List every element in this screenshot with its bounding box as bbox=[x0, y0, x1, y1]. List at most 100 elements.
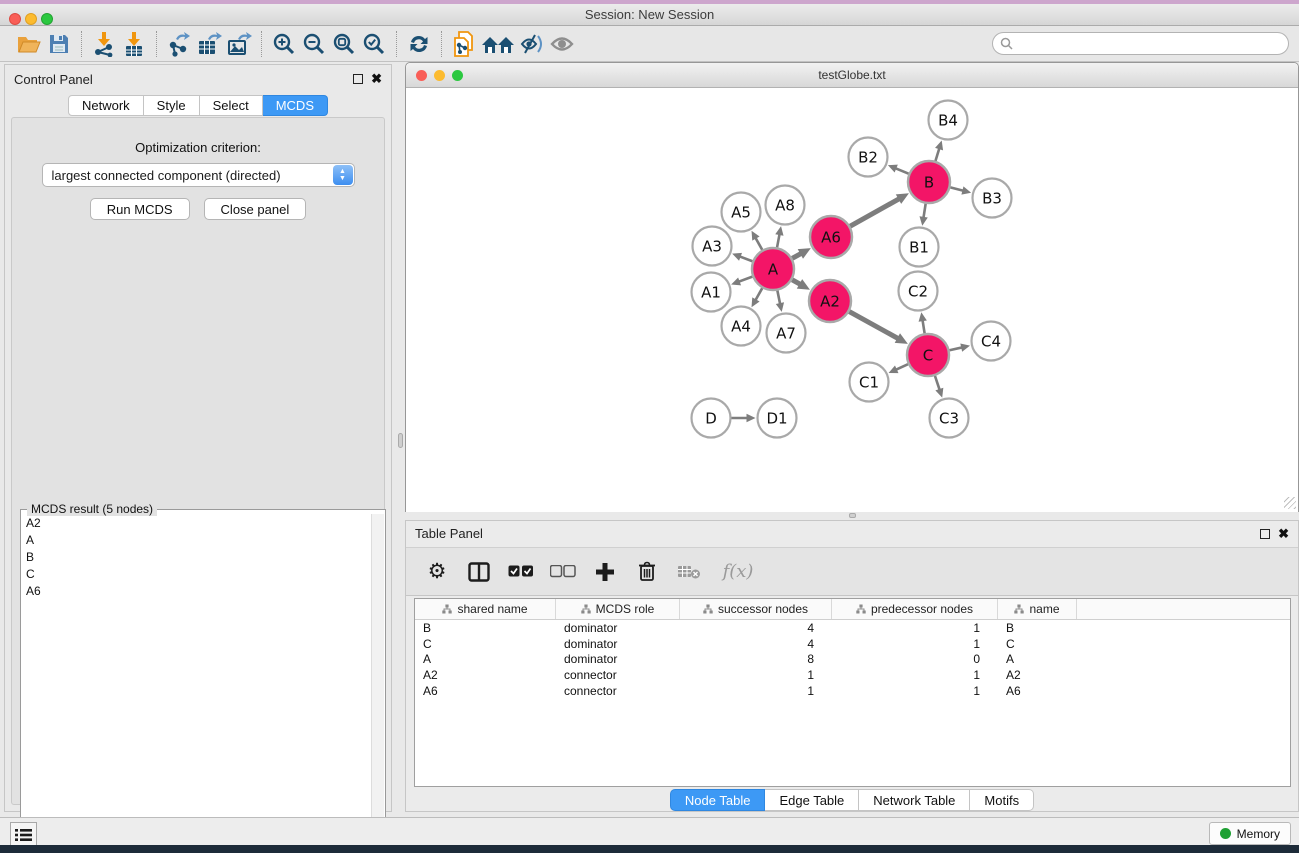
show-columns-icon[interactable] bbox=[466, 559, 492, 585]
float-table-panel-icon[interactable] bbox=[1260, 529, 1270, 539]
table-cell[interactable]: 1 bbox=[832, 621, 998, 635]
close-panel-button[interactable]: Close panel bbox=[204, 198, 307, 220]
task-history-button[interactable] bbox=[10, 822, 37, 847]
edge-A-A5[interactable] bbox=[755, 237, 762, 250]
table-cell[interactable]: A bbox=[415, 652, 556, 666]
table-row[interactable]: A2connector11A2 bbox=[415, 667, 1290, 683]
table-cell[interactable]: 4 bbox=[680, 637, 832, 651]
table-cell[interactable]: dominator bbox=[556, 621, 680, 635]
mcds-result-item[interactable]: A6 bbox=[22, 582, 371, 599]
table-cell[interactable]: A2 bbox=[415, 668, 556, 682]
table-cell[interactable]: 1 bbox=[680, 684, 832, 698]
table-row[interactable]: Cdominator41C bbox=[415, 636, 1290, 652]
table-cell[interactable]: B bbox=[415, 621, 556, 635]
table-cell[interactable]: 1 bbox=[832, 637, 998, 651]
import-network-icon[interactable] bbox=[89, 30, 119, 58]
export-image-icon[interactable] bbox=[224, 30, 254, 58]
memory-button[interactable]: Memory bbox=[1209, 822, 1291, 845]
table-cell[interactable]: 1 bbox=[832, 684, 998, 698]
edge-A-A1[interactable] bbox=[738, 277, 753, 282]
delete-table-icon[interactable] bbox=[676, 559, 702, 585]
float-panel-icon[interactable] bbox=[353, 74, 363, 84]
zoom-selected-icon[interactable] bbox=[359, 30, 389, 58]
network-graph[interactable]: AA1A3A4A5A7A8A6A2BB1B2B3B4CC1C2C3C4DD1 bbox=[406, 88, 1298, 512]
tab-motifs[interactable]: Motifs bbox=[970, 789, 1034, 811]
table-cell[interactable]: 1 bbox=[680, 668, 832, 682]
import-table-icon[interactable] bbox=[119, 30, 149, 58]
table-cell[interactable]: C bbox=[415, 637, 556, 651]
edge-C-C4[interactable] bbox=[949, 347, 963, 350]
delete-column-trash-icon[interactable] bbox=[634, 559, 660, 585]
table-cell[interactable]: connector bbox=[556, 668, 680, 682]
table-row[interactable]: A6connector11A6 bbox=[415, 683, 1290, 699]
table-cell[interactable]: B bbox=[998, 621, 1077, 635]
node-table-body[interactable]: Bdominator41BCdominator41CAdominator80AA… bbox=[415, 620, 1290, 698]
export-network-icon[interactable] bbox=[164, 30, 194, 58]
table-cell[interactable]: connector bbox=[556, 684, 680, 698]
zoom-fit-icon[interactable] bbox=[329, 30, 359, 58]
mcds-result-item[interactable]: A2 bbox=[22, 514, 371, 531]
table-cell[interactable]: A6 bbox=[415, 684, 556, 698]
criterion-select[interactable]: largest connected component (directed) ▲… bbox=[42, 163, 355, 187]
edge-A6-B[interactable] bbox=[850, 198, 900, 226]
mcds-result-list[interactable]: A2ABCA6 bbox=[22, 514, 371, 852]
minimize-traffic-light[interactable] bbox=[25, 13, 37, 25]
window-resize-grip[interactable] bbox=[1284, 497, 1296, 509]
table-cell[interactable]: dominator bbox=[556, 652, 680, 666]
search-field[interactable] bbox=[992, 32, 1289, 55]
refresh-icon[interactable] bbox=[404, 30, 434, 58]
zoom-out-icon[interactable] bbox=[299, 30, 329, 58]
edge-A-A4[interactable] bbox=[755, 288, 762, 301]
table-options-gear-icon[interactable]: ⚙ bbox=[424, 559, 450, 585]
network-window-titlebar[interactable]: testGlobe.txt bbox=[406, 63, 1298, 88]
mcds-result-item[interactable]: A bbox=[22, 531, 371, 548]
column-header-name[interactable]: name bbox=[998, 599, 1077, 619]
table-cell[interactable]: 8 bbox=[680, 652, 832, 666]
network-from-selection-icon[interactable] bbox=[449, 30, 479, 58]
vertical-splitter-handle[interactable] bbox=[398, 433, 403, 448]
tab-mcds[interactable]: MCDS bbox=[263, 95, 328, 116]
edge-B-B4[interactable] bbox=[935, 147, 939, 161]
table-row[interactable]: Adominator80A bbox=[415, 651, 1290, 667]
tab-select[interactable]: Select bbox=[200, 95, 263, 116]
edge-C-C2[interactable] bbox=[922, 319, 924, 333]
tab-style[interactable]: Style bbox=[144, 95, 200, 116]
edge-A-A8[interactable] bbox=[777, 233, 780, 247]
export-table-icon[interactable] bbox=[194, 30, 224, 58]
table-cell[interactable]: C bbox=[998, 637, 1077, 651]
column-header-shared-name[interactable]: shared name bbox=[415, 599, 556, 619]
close-table-panel-icon[interactable]: ✖ bbox=[1278, 529, 1289, 539]
hide-details-icon[interactable] bbox=[517, 30, 547, 58]
column-header-predecessor-nodes[interactable]: predecessor nodes bbox=[832, 599, 998, 619]
table-cell[interactable]: 0 bbox=[832, 652, 998, 666]
table-cell[interactable]: A6 bbox=[998, 684, 1077, 698]
save-session-icon[interactable] bbox=[44, 30, 74, 58]
edge-A-A7[interactable] bbox=[777, 291, 780, 306]
run-mcds-button[interactable]: Run MCDS bbox=[90, 198, 190, 220]
open-session-icon[interactable] bbox=[14, 30, 44, 58]
function-builder-icon[interactable]: f(x) bbox=[718, 559, 758, 585]
add-column-icon[interactable] bbox=[592, 559, 618, 585]
tab-node-table[interactable]: Node Table bbox=[670, 789, 766, 811]
edge-C-C1[interactable] bbox=[895, 364, 908, 370]
network-canvas[interactable]: AA1A3A4A5A7A8A6A2BB1B2B3B4CC1C2C3C4DD1 bbox=[406, 88, 1298, 512]
close-traffic-light[interactable] bbox=[9, 13, 21, 25]
table-cell[interactable]: dominator bbox=[556, 637, 680, 651]
node-table[interactable]: shared nameMCDS rolesuccessor nodesprede… bbox=[414, 598, 1291, 787]
table-cell[interactable]: A bbox=[998, 652, 1077, 666]
edge-A2-C[interactable] bbox=[849, 312, 899, 339]
table-row[interactable]: Bdominator41B bbox=[415, 620, 1290, 636]
tab-network[interactable]: Network bbox=[68, 95, 144, 116]
column-header-successor-nodes[interactable]: successor nodes bbox=[680, 599, 832, 619]
edge-C-C3[interactable] bbox=[935, 376, 940, 391]
horizontal-splitter-handle[interactable] bbox=[849, 513, 856, 518]
table-cell[interactable]: 4 bbox=[680, 621, 832, 635]
edge-B-B3[interactable] bbox=[950, 187, 964, 191]
tab-network-table[interactable]: Network Table bbox=[859, 789, 970, 811]
first-neighbors-icon[interactable] bbox=[479, 30, 517, 58]
table-cell[interactable]: A2 bbox=[998, 668, 1077, 682]
mcds-list-scrollbar[interactable] bbox=[371, 514, 384, 852]
deselect-all-columns-icon[interactable] bbox=[550, 559, 576, 585]
zoom-traffic-light[interactable] bbox=[41, 13, 53, 25]
edge-A-A3[interactable] bbox=[739, 256, 753, 261]
